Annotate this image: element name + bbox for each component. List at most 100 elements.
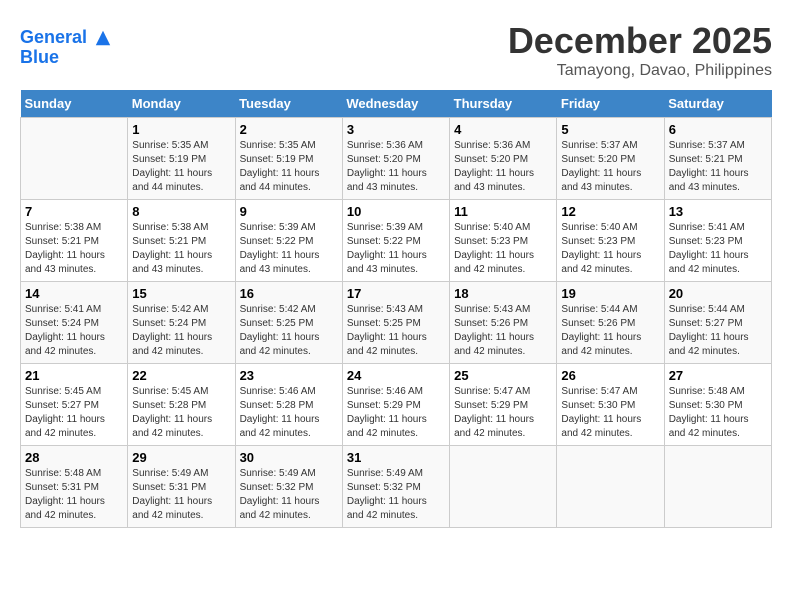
day-info: Sunrise: 5:46 AMSunset: 5:28 PMDaylight:… <box>240 385 338 441</box>
day-number: 12 <box>561 204 659 219</box>
day-info: Sunrise: 5:43 AMSunset: 5:25 PMDaylight:… <box>347 303 445 359</box>
day-info: Sunrise: 5:49 AMSunset: 5:32 PMDaylight:… <box>240 467 338 523</box>
title-section: December 2025 Tamayong, Davao, Philippin… <box>508 20 772 80</box>
calendar-cell: 4Sunrise: 5:36 AMSunset: 5:20 PMDaylight… <box>450 118 557 200</box>
day-number: 21 <box>25 368 123 383</box>
day-info: Sunrise: 5:45 AMSunset: 5:28 PMDaylight:… <box>132 385 230 441</box>
calendar-cell: 26Sunrise: 5:47 AMSunset: 5:30 PMDayligh… <box>557 364 664 446</box>
calendar-cell: 7 Sunrise: 5:38 AMSunset: 5:21 PMDaylight… <box>21 200 128 282</box>
day-info: Sunrise: 5:49 AMSunset: 5:32 PMDaylight:… <box>347 467 445 523</box>
calendar-cell: 30 Sunrise: 5:49 AMSunset: 5:32 PMDayligh… <box>235 446 342 528</box>
calendar-cell: 28 Sunrise: 5:48 AMSunset: 5:31 PMDayligh… <box>21 446 128 528</box>
day-number: 5 <box>561 122 659 137</box>
day-number: 3 <box>347 122 445 137</box>
day-number: 11 <box>454 204 552 219</box>
day-number: 9 <box>240 204 338 219</box>
calendar-cell: 21 Sunrise: 5:45 AMSunset: 5:27 PMDayligh… <box>21 364 128 446</box>
calendar-cell: 19 Sunrise: 5:44 AMSunset: 5:26 PMDayligh… <box>557 282 664 364</box>
calendar-cell: 23 Sunrise: 5:46 AMSunset: 5:28 PMDayligh… <box>235 364 342 446</box>
day-info: Sunrise: 5:47 AMSunset: 5:30 PMDaylight:… <box>561 385 659 441</box>
page-title: December 2025 <box>508 20 772 62</box>
day-info: Sunrise: 5:37 AMSunset: 5:20 PMDaylight:… <box>561 139 659 195</box>
calendar-cell: 27 Sunrise: 5:48 AMSunset: 5:30 PMDayligh… <box>664 364 771 446</box>
day-header-wednesday: Wednesday <box>342 90 449 118</box>
calendar-cell <box>450 446 557 528</box>
day-info: Sunrise: 5:39 AMSunset: 5:22 PMDaylight:… <box>240 221 338 277</box>
day-info: Sunrise: 5:42 AMSunset: 5:24 PMDaylight:… <box>132 303 230 359</box>
day-info: Sunrise: 5:46 AMSunset: 5:29 PMDaylight:… <box>347 385 445 441</box>
day-number: 7 <box>25 204 123 219</box>
calendar-cell: 6 Sunrise: 5:37 AMSunset: 5:21 PMDaylight… <box>664 118 771 200</box>
day-number: 24 <box>347 368 445 383</box>
calendar-cell: 29Sunrise: 5:49 AMSunset: 5:31 PMDayligh… <box>128 446 235 528</box>
day-number: 1 <box>132 122 230 137</box>
day-info: Sunrise: 5:48 AMSunset: 5:31 PMDaylight:… <box>25 467 123 523</box>
day-number: 23 <box>240 368 338 383</box>
calendar-cell: 18 Sunrise: 5:43 AMSunset: 5:26 PMDayligh… <box>450 282 557 364</box>
day-number: 17 <box>347 286 445 301</box>
calendar-cell <box>557 446 664 528</box>
day-info: Sunrise: 5:36 AMSunset: 5:20 PMDaylight:… <box>347 139 445 195</box>
calendar-cell: 5 Sunrise: 5:37 AMSunset: 5:20 PMDaylight… <box>557 118 664 200</box>
day-number: 18 <box>454 286 552 301</box>
day-number: 16 <box>240 286 338 301</box>
day-info: Sunrise: 5:38 AMSunset: 5:21 PMDaylight:… <box>25 221 123 277</box>
day-header-tuesday: Tuesday <box>235 90 342 118</box>
calendar-cell <box>664 446 771 528</box>
day-number: 29 <box>132 450 230 465</box>
day-number: 22 <box>132 368 230 383</box>
day-number: 13 <box>669 204 767 219</box>
day-info: Sunrise: 5:40 AMSunset: 5:23 PMDaylight:… <box>561 221 659 277</box>
day-number: 25 <box>454 368 552 383</box>
day-info: Sunrise: 5:40 AMSunset: 5:23 PMDaylight:… <box>454 221 552 277</box>
day-info: Sunrise: 5:41 AMSunset: 5:24 PMDaylight:… <box>25 303 123 359</box>
day-info: Sunrise: 5:43 AMSunset: 5:26 PMDaylight:… <box>454 303 552 359</box>
calendar-table: SundayMondayTuesdayWednesdayThursdayFrid… <box>20 90 772 528</box>
day-info: Sunrise: 5:45 AMSunset: 5:27 PMDaylight:… <box>25 385 123 441</box>
day-info: Sunrise: 5:37 AMSunset: 5:21 PMDaylight:… <box>669 139 767 195</box>
logo: General Blue <box>20 28 112 68</box>
calendar-cell: 11 Sunrise: 5:40 AMSunset: 5:23 PMDayligh… <box>450 200 557 282</box>
day-number: 31 <box>347 450 445 465</box>
calendar-cell <box>21 118 128 200</box>
day-info: Sunrise: 5:41 AMSunset: 5:23 PMDaylight:… <box>669 221 767 277</box>
day-header-saturday: Saturday <box>664 90 771 118</box>
calendar-cell: 1 Sunrise: 5:35 AMSunset: 5:19 PMDaylight… <box>128 118 235 200</box>
day-header-friday: Friday <box>557 90 664 118</box>
calendar-cell: 13 Sunrise: 5:41 AMSunset: 5:23 PMDayligh… <box>664 200 771 282</box>
calendar-cell: 9 Sunrise: 5:39 AMSunset: 5:22 PMDaylight… <box>235 200 342 282</box>
day-number: 2 <box>240 122 338 137</box>
calendar-cell: 31 Sunrise: 5:49 AMSunset: 5:32 PMDayligh… <box>342 446 449 528</box>
calendar-cell: 17 Sunrise: 5:43 AMSunset: 5:25 PMDayligh… <box>342 282 449 364</box>
day-info: Sunrise: 5:39 AMSunset: 5:22 PMDaylight:… <box>347 221 445 277</box>
day-info: Sunrise: 5:44 AMSunset: 5:26 PMDaylight:… <box>561 303 659 359</box>
calendar-cell: 20Sunrise: 5:44 AMSunset: 5:27 PMDayligh… <box>664 282 771 364</box>
day-number: 28 <box>25 450 123 465</box>
day-number: 20 <box>669 286 767 301</box>
page-subtitle: Tamayong, Davao, Philippines <box>508 62 772 80</box>
day-info: Sunrise: 5:42 AMSunset: 5:25 PMDaylight:… <box>240 303 338 359</box>
calendar-cell: 15Sunrise: 5:42 AMSunset: 5:24 PMDayligh… <box>128 282 235 364</box>
calendar-cell: 14Sunrise: 5:41 AMSunset: 5:24 PMDayligh… <box>21 282 128 364</box>
day-number: 6 <box>669 122 767 137</box>
day-number: 10 <box>347 204 445 219</box>
day-number: 30 <box>240 450 338 465</box>
logo-blue-text: Blue <box>20 48 112 68</box>
logo-text: General <box>20 28 112 48</box>
calendar-cell: 2 Sunrise: 5:35 AMSunset: 5:19 PMDaylight… <box>235 118 342 200</box>
day-header-sunday: Sunday <box>21 90 128 118</box>
calendar-cell: 12 Sunrise: 5:40 AMSunset: 5:23 PMDayligh… <box>557 200 664 282</box>
calendar-cell: 8Sunrise: 5:38 AMSunset: 5:21 PMDaylight… <box>128 200 235 282</box>
calendar-cell: 16 Sunrise: 5:42 AMSunset: 5:25 PMDayligh… <box>235 282 342 364</box>
day-info: Sunrise: 5:35 AMSunset: 5:19 PMDaylight:… <box>132 139 230 195</box>
calendar-cell: 24 Sunrise: 5:46 AMSunset: 5:29 PMDayligh… <box>342 364 449 446</box>
day-number: 4 <box>454 122 552 137</box>
day-info: Sunrise: 5:47 AMSunset: 5:29 PMDaylight:… <box>454 385 552 441</box>
day-number: 8 <box>132 204 230 219</box>
day-number: 19 <box>561 286 659 301</box>
day-number: 27 <box>669 368 767 383</box>
calendar-cell: 22 Sunrise: 5:45 AMSunset: 5:28 PMDayligh… <box>128 364 235 446</box>
day-header-monday: Monday <box>128 90 235 118</box>
day-info: Sunrise: 5:35 AMSunset: 5:19 PMDaylight:… <box>240 139 338 195</box>
day-info: Sunrise: 5:48 AMSunset: 5:30 PMDaylight:… <box>669 385 767 441</box>
